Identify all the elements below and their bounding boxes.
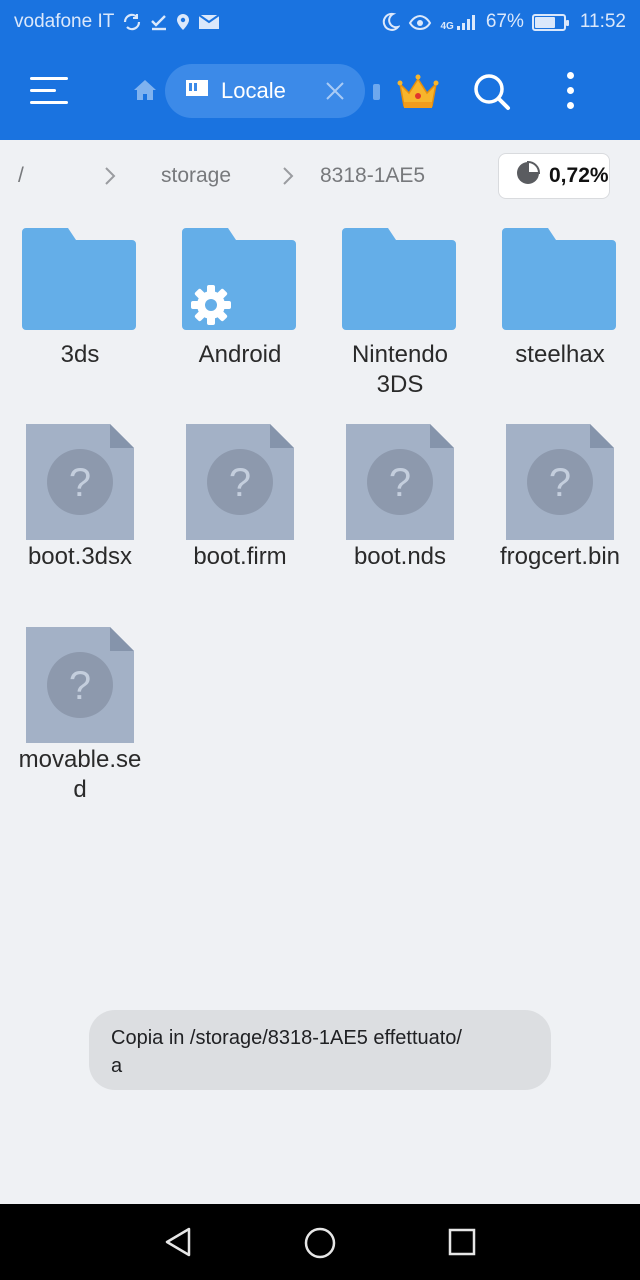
- breadcrumb: / storage 8318-1AE5 0,72%: [0, 140, 640, 212]
- tab-overflow-indicator: [373, 84, 380, 100]
- item-name: boot.firm: [193, 543, 287, 570]
- download-done-icon: [150, 13, 168, 31]
- breadcrumb-sdcard[interactable]: 8318-1AE5: [320, 164, 425, 188]
- crown-icon[interactable]: [396, 72, 440, 117]
- back-icon[interactable]: [163, 1226, 193, 1263]
- file-item[interactable]: ? boot.nds: [320, 424, 480, 584]
- navigation-bar: [0, 1204, 640, 1280]
- folder-icon: [22, 228, 136, 330]
- svg-text:?: ?: [549, 461, 571, 505]
- file-item[interactable]: ? movable.se d: [0, 627, 160, 817]
- item-name: 3ds: [60, 341, 100, 368]
- battery-percent: 67%: [485, 11, 524, 32]
- unknown-file-icon: ?: [26, 424, 134, 540]
- chevron-right-icon: [282, 166, 294, 192]
- search-icon[interactable]: [472, 72, 512, 117]
- unknown-file-icon: ?: [346, 424, 454, 540]
- svg-text:?: ?: [229, 461, 251, 505]
- carrier-label: vodafone IT: [14, 11, 115, 32]
- settings-gear-icon: [191, 285, 231, 325]
- item-name: frogcert.bin: [499, 543, 621, 570]
- status-bar: vodafone IT 4G 67% 11:52: [0, 0, 640, 44]
- item-name: boot.3dsx: [27, 543, 133, 570]
- unknown-file-icon: ?: [26, 627, 134, 743]
- folder-item[interactable]: 3ds: [0, 228, 160, 378]
- toast-line-1: Copia in /storage/8318-1AE5 effettuato/: [111, 1027, 462, 1049]
- sync-icon: [122, 12, 142, 32]
- item-name: movable.se d: [18, 746, 142, 803]
- menu-icon[interactable]: [30, 76, 68, 106]
- eye-comfort-icon: [408, 13, 432, 31]
- tab-locale[interactable]: Locale: [165, 64, 365, 118]
- tab-label: Locale: [221, 78, 286, 103]
- svg-text:?: ?: [69, 664, 91, 708]
- svg-text:?: ?: [69, 461, 91, 505]
- home-icon[interactable]: [133, 79, 157, 106]
- toolbar: Locale: [0, 44, 640, 140]
- signal-icon: [456, 13, 478, 31]
- item-name: Android: [198, 341, 282, 368]
- recents-icon[interactable]: [447, 1226, 477, 1263]
- breadcrumb-root[interactable]: /: [18, 164, 24, 188]
- folder-icon: [502, 228, 616, 330]
- folder-icon: [342, 228, 456, 330]
- chevron-right-icon: [104, 166, 116, 192]
- unknown-file-icon: ?: [506, 424, 614, 540]
- more-options-icon[interactable]: [564, 72, 576, 112]
- svg-text:?: ?: [389, 461, 411, 505]
- network-4g-label: 4G: [440, 21, 454, 32]
- toast-message: Copia in /storage/8318-1AE5 effettuato/ …: [89, 1010, 551, 1090]
- clock: 11:52: [579, 11, 626, 32]
- battery-icon: [531, 13, 569, 31]
- storage-usage-badge[interactable]: 0,72%: [498, 153, 610, 199]
- folder-item[interactable]: Android: [160, 228, 320, 378]
- item-name: steelhax: [515, 341, 605, 368]
- folder-item[interactable]: steelhax: [480, 228, 640, 378]
- file-item[interactable]: ? frogcert.bin: [480, 424, 640, 584]
- item-name: boot.nds: [353, 543, 447, 570]
- sd-card-icon: [185, 77, 211, 105]
- file-item[interactable]: ? boot.firm: [160, 424, 320, 584]
- pie-chart-icon: [515, 160, 541, 192]
- location-icon: [176, 13, 190, 31]
- moon-icon: [380, 12, 401, 32]
- folder-item[interactable]: Nintendo 3DS: [320, 228, 480, 408]
- mail-icon: [198, 14, 220, 30]
- item-name: Nintendo 3DS: [351, 341, 449, 398]
- unknown-file-icon: ?: [186, 424, 294, 540]
- home-button-icon[interactable]: [303, 1226, 337, 1265]
- toast-line-2: a: [111, 1055, 123, 1077]
- breadcrumb-storage[interactable]: storage: [161, 164, 231, 188]
- close-tab-icon[interactable]: [325, 81, 345, 107]
- file-item[interactable]: ? boot.3dsx: [0, 424, 160, 584]
- storage-usage-value: 0,72%: [549, 164, 609, 187]
